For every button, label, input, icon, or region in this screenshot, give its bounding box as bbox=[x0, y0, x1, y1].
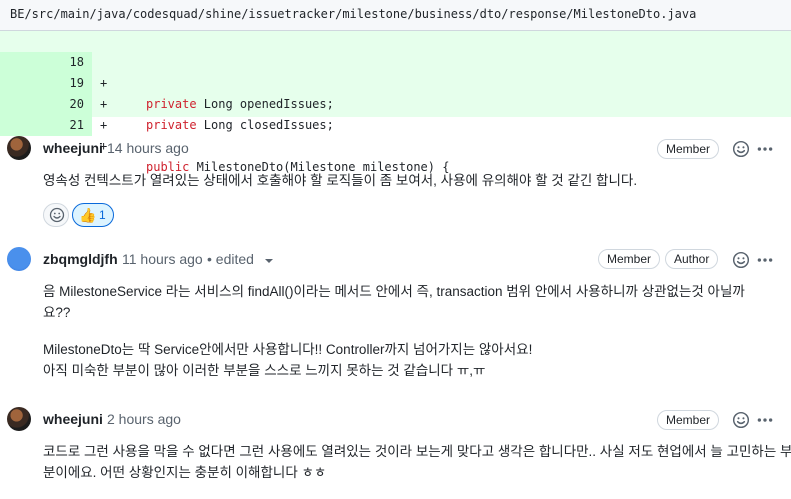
comment-body-line: 아직 미숙한 부분이 많아 이러한 부분을 스스로 느끼지 못하는 것 같습니다… bbox=[43, 363, 486, 378]
avatar[interactable] bbox=[7, 136, 31, 160]
member-badge: Member bbox=[657, 410, 720, 430]
comment-body-line: 영속성 컨텍스트가 열려있는 상태에서 호출해야 할 로직들이 좀 보여서, 사… bbox=[43, 173, 638, 188]
comment-body-line: 분이에요. 어떤 상황인지는 충분히 이해합니다 ㅎㅎ bbox=[43, 465, 327, 480]
comment-timestamp[interactable]: 14 hours ago bbox=[107, 140, 189, 156]
diff-sign: + bbox=[100, 118, 108, 132]
comment-body-line: 요?? bbox=[43, 305, 71, 320]
comment-body-line: MilestoneDto는 딱 Service안에서만 사용합니다!! Cont… bbox=[43, 342, 533, 357]
member-badge: Member bbox=[657, 139, 720, 159]
avatar[interactable] bbox=[7, 407, 31, 431]
comment-body-line: 코드로 그런 사용을 막을 수 없다면 그런 사용에도 열려있는 것이라 보는게… bbox=[43, 444, 791, 459]
kebab-horizontal-icon[interactable] bbox=[756, 411, 774, 429]
code-rest: Long closedIssues; bbox=[196, 118, 334, 132]
thumbs-up-reaction[interactable]: 👍 1 bbox=[72, 203, 114, 227]
comment-author[interactable]: wheejuni bbox=[43, 411, 103, 427]
file-path[interactable]: BE/src/main/java/codesquad/shine/issuetr… bbox=[10, 7, 696, 21]
edited-indicator[interactable]: • edited bbox=[207, 251, 254, 267]
diff-hunk: 18 + private Long openedIssues; 19 + pri… bbox=[0, 31, 791, 174]
chevron-down-icon[interactable] bbox=[265, 259, 273, 263]
diff-line: 19 + private Long closedIssues; bbox=[0, 52, 791, 132]
kebab-horizontal-icon[interactable] bbox=[756, 251, 774, 269]
comment-author[interactable]: zbqmgldjfh bbox=[43, 251, 118, 267]
member-badge: Member bbox=[598, 249, 661, 269]
thumbs-up-icon: 👍 bbox=[79, 207, 97, 223]
code-keyword: private bbox=[146, 118, 197, 132]
line-number[interactable]: 21 bbox=[0, 115, 92, 136]
diff-line: 18 + private Long openedIssues; bbox=[0, 31, 791, 111]
smiley-icon[interactable] bbox=[732, 251, 750, 269]
avatar[interactable] bbox=[7, 247, 31, 271]
diff-line: 20 + bbox=[0, 73, 791, 132]
comment-timestamp[interactable]: 11 hours ago bbox=[122, 251, 203, 267]
reaction-count: 1 bbox=[99, 208, 106, 222]
comment-author[interactable]: wheejuni bbox=[43, 140, 103, 156]
diff-line: 21 + public MilestoneDto(Milestone miles… bbox=[0, 94, 791, 174]
add-reaction-button[interactable] bbox=[43, 203, 69, 227]
smiley-icon[interactable] bbox=[732, 411, 750, 429]
kebab-horizontal-icon[interactable] bbox=[756, 140, 774, 158]
code-text: private Long closedIssues; bbox=[146, 115, 334, 136]
smiley-icon bbox=[49, 207, 65, 223]
comment-body-line: 음 MilestoneService 라는 서비스의 findAll()이라는 … bbox=[43, 284, 745, 299]
file-header: BE/src/main/java/codesquad/shine/issuetr… bbox=[0, 0, 791, 31]
author-badge: Author bbox=[665, 249, 719, 269]
smiley-icon[interactable] bbox=[732, 140, 750, 158]
comment-timestamp[interactable]: 2 hours ago bbox=[107, 411, 181, 427]
